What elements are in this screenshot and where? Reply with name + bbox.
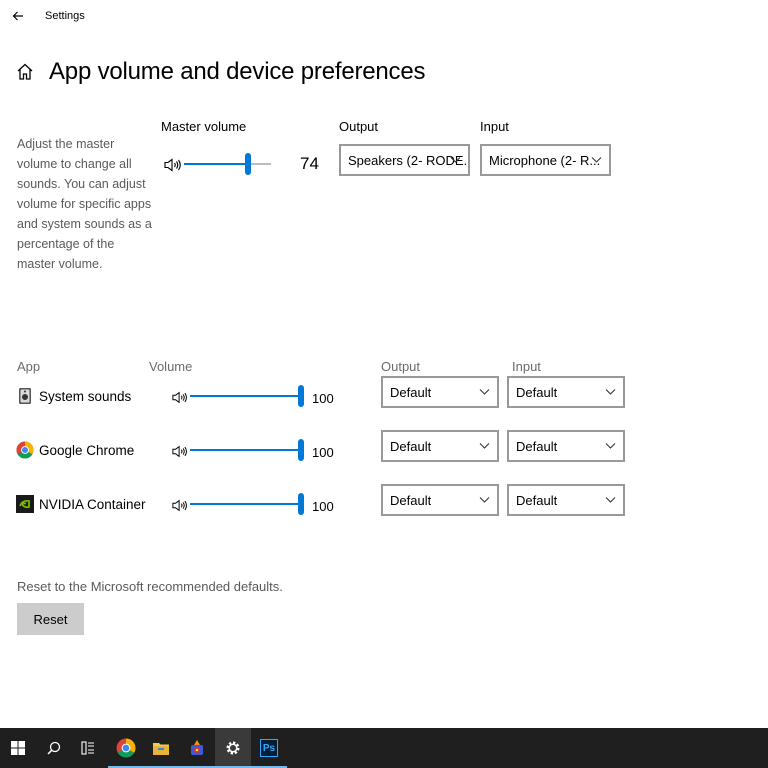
app-volume-slider[interactable] [190, 395, 302, 397]
photoshop-label: Ps [262, 742, 276, 754]
chevron-down-icon [479, 443, 490, 449]
chevron-down-icon [605, 443, 616, 449]
master-volume-value: 74 [300, 154, 319, 173]
speaker-icon[interactable] [172, 445, 188, 458]
speaker-icon[interactable] [164, 158, 182, 172]
system-sounds-icon [19, 388, 31, 404]
app-name: System sounds [39, 389, 132, 404]
photoshop-icon: Ps [260, 739, 278, 757]
taskbar-chrome-button[interactable] [108, 728, 144, 768]
master-input-label: Input [480, 119, 509, 134]
start-button[interactable] [0, 728, 36, 768]
app-output-value: Default [390, 384, 432, 400]
master-input-value: Microphone (2- R... [489, 152, 601, 168]
chevron-down-icon [479, 497, 490, 503]
master-output-label: Output [339, 119, 379, 134]
reset-button[interactable]: Reset [17, 603, 84, 635]
chrome-icon [116, 738, 136, 758]
chevron-down-icon [605, 497, 616, 503]
task-view-icon [81, 741, 94, 755]
app-volume-thumb[interactable] [298, 493, 304, 515]
app-name: Google Chrome [39, 443, 135, 458]
app-input-value: Default [516, 384, 558, 400]
page-title: App volume and device preferences [49, 58, 426, 85]
chevron-down-icon [605, 389, 616, 395]
back-button[interactable] [8, 6, 28, 26]
app-name: NVIDIA Container [39, 497, 146, 512]
chevron-down-icon [479, 389, 490, 395]
app-volume-fill [190, 449, 302, 451]
app-volume-slider[interactable] [190, 503, 302, 505]
app-volume-value: 100 [312, 499, 334, 514]
app-row-nvidia-container: NVIDIA Container 100 Default Default [0, 484, 768, 524]
app-volume-thumb[interactable] [298, 439, 304, 461]
taskbar-search-button[interactable] [36, 728, 72, 768]
taskbar-photoshop-button[interactable]: Ps [251, 728, 287, 768]
apps-header-volume: Volume [149, 359, 193, 374]
speaker-icon[interactable] [172, 499, 188, 512]
reset-description: Reset to the Microsoft recommended defau… [17, 579, 283, 594]
app-input-value: Default [516, 492, 558, 508]
apps-header-output: Output [381, 359, 421, 374]
taskbar-app-button[interactable] [179, 728, 215, 768]
app-volume-fill [190, 395, 302, 397]
app-output-value: Default [390, 492, 432, 508]
master-volume-thumb[interactable] [245, 153, 252, 175]
speaker-icon[interactable] [172, 391, 188, 404]
apps-header-input: Input [512, 359, 541, 374]
master-volume-slider[interactable] [184, 163, 271, 165]
app-output-dropdown[interactable]: Default [381, 376, 499, 408]
master-volume-fill [184, 163, 249, 165]
master-output-dropdown[interactable]: Speakers (2- RODE... [339, 144, 470, 176]
app-input-value: Default [516, 438, 558, 454]
taskbar-file-explorer-button[interactable] [143, 728, 179, 768]
app-volume-value: 100 [312, 445, 334, 460]
app-volume-value: 100 [312, 391, 334, 406]
task-view-button[interactable] [70, 728, 106, 768]
app-input-dropdown[interactable]: Default [507, 376, 625, 408]
app-output-dropdown[interactable]: Default [381, 430, 499, 462]
back-arrow-icon [12, 11, 23, 21]
taskbar-settings-button[interactable] [215, 728, 251, 768]
app-input-dropdown[interactable]: Default [507, 484, 625, 516]
app-row-system-sounds: System sounds 100 Default Default [0, 376, 768, 416]
chevron-down-icon [450, 157, 461, 163]
start-icon [11, 741, 25, 755]
app-output-dropdown[interactable]: Default [381, 484, 499, 516]
taskbar: Ps [0, 728, 768, 768]
file-explorer-icon [153, 743, 169, 755]
home-icon[interactable] [16, 62, 34, 82]
title-bar: Settings [0, 0, 768, 34]
app-row-google-chrome: Google Chrome 100 Default Default [0, 430, 768, 470]
chrome-icon [16, 441, 34, 459]
master-description: Adjust the master volume to change all s… [17, 137, 152, 271]
app-volume-fill [190, 503, 302, 505]
app-output-value: Default [390, 438, 432, 454]
apps-header-app: App [17, 359, 41, 374]
search-icon [47, 741, 61, 755]
app-input-dropdown[interactable]: Default [507, 430, 625, 462]
master-input-dropdown[interactable]: Microphone (2- R... [480, 144, 611, 176]
nvidia-icon [16, 495, 34, 513]
master-volume-label: Master volume [161, 119, 247, 134]
app-volume-thumb[interactable] [298, 385, 304, 407]
app-volume-slider[interactable] [190, 449, 302, 451]
app-icon [191, 740, 203, 755]
settings-icon [226, 741, 240, 755]
window-title: Settings [45, 10, 85, 22]
chevron-down-icon [591, 157, 602, 163]
